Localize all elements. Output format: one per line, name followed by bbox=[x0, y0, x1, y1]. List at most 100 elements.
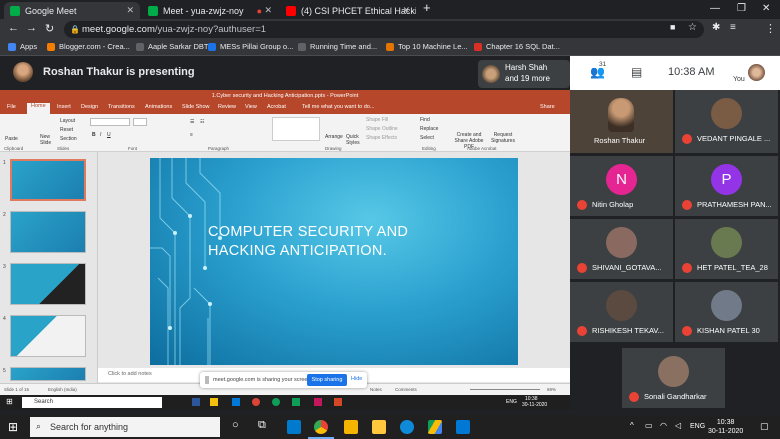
edge-icon[interactable] bbox=[400, 420, 414, 434]
slide-thumb-5[interactable] bbox=[10, 367, 86, 381]
sublime-icon[interactable] bbox=[344, 420, 358, 434]
other-participants-card[interactable]: Harsh Shah and 19 more bbox=[478, 60, 570, 88]
font-size-select[interactable] bbox=[133, 118, 147, 126]
zoom-level[interactable]: 69% bbox=[547, 387, 556, 392]
shape-effects-button[interactable]: Shape Effects bbox=[366, 135, 397, 141]
section-button[interactable]: Section bbox=[60, 136, 77, 142]
back-button[interactable]: ← bbox=[8, 22, 19, 34]
participant-tile[interactable]: HET PATEL_TEA_28 bbox=[675, 219, 778, 279]
hide-button[interactable]: Hide bbox=[351, 376, 362, 382]
cortana-icon[interactable]: ○ bbox=[232, 419, 239, 431]
self-view-avatar[interactable] bbox=[748, 64, 765, 81]
tab-meet-room[interactable]: Meet - yua-zwjz-noy ● ✕ bbox=[142, 2, 278, 19]
taskbar-search-box[interactable]: ⌕ Search for anything bbox=[30, 417, 220, 437]
select-button[interactable]: Select bbox=[420, 135, 434, 141]
arrange-button[interactable]: Arrange bbox=[325, 134, 343, 140]
font-family-select[interactable] bbox=[90, 118, 130, 126]
ppt-share-button[interactable]: Share bbox=[540, 104, 555, 110]
bookmark-blogger[interactable]: Blogger.com - Crea... bbox=[47, 42, 130, 51]
ppt-tab-file[interactable]: File bbox=[7, 104, 16, 110]
slide-thumb-1[interactable] bbox=[10, 159, 86, 201]
find-button[interactable]: Find bbox=[420, 117, 430, 123]
reset-button[interactable]: Reset bbox=[60, 127, 73, 133]
participant-tile[interactable]: SHIVANI_GOTAVA... bbox=[570, 219, 673, 279]
participant-tile[interactable]: KISHAN PATEL 30 bbox=[675, 282, 778, 342]
participant-tile[interactable]: Sonali Gandharkar bbox=[622, 348, 725, 408]
participant-tile[interactable]: VEDANT PINGALE ... bbox=[675, 90, 778, 153]
taskbar-clock[interactable]: 10:38 30-11-2020 bbox=[708, 418, 743, 436]
bookmark-apps[interactable]: Apps bbox=[8, 42, 37, 51]
ppt-tab-insert[interactable]: Insert bbox=[57, 104, 71, 110]
participant-tile[interactable]: RISHIKESH TEKAV... bbox=[570, 282, 673, 342]
replace-button[interactable]: Replace bbox=[420, 126, 438, 132]
reload-button[interactable]: ↻ bbox=[45, 22, 54, 35]
bookmark-aaple-sarkar[interactable]: Aaple Sarkar DBT bbox=[136, 42, 208, 51]
google-drive-icon[interactable] bbox=[428, 420, 442, 434]
reading-list-icon[interactable]: ≡ bbox=[730, 22, 736, 33]
quick-styles-button[interactable]: Quick Styles bbox=[346, 134, 362, 146]
slide-thumb-3[interactable] bbox=[10, 263, 86, 305]
forward-button[interactable]: → bbox=[26, 22, 37, 34]
close-icon[interactable]: ✕ bbox=[126, 5, 134, 16]
paste-button[interactable]: Paste bbox=[5, 136, 18, 142]
bookmark-machine-learning[interactable]: Top 10 Machine Le... bbox=[386, 42, 468, 51]
camera-icon[interactable]: ■ bbox=[670, 22, 675, 32]
slide-thumb-4[interactable] bbox=[10, 315, 86, 357]
tab-google-meet[interactable]: Google Meet ✕ bbox=[4, 2, 140, 19]
shapes-gallery[interactable] bbox=[272, 117, 320, 141]
star-icon[interactable]: ☆ bbox=[688, 22, 697, 33]
chat-icon[interactable]: ▤ bbox=[631, 65, 642, 79]
zoom-slider[interactable] bbox=[470, 389, 540, 390]
bookmark-mes-pillai[interactable]: MESs Pillai Group o... bbox=[208, 42, 293, 51]
close-icon[interactable]: ✕ bbox=[402, 5, 410, 16]
shape-fill-button[interactable]: Shape Fill bbox=[366, 117, 388, 123]
notifications-icon[interactable]: ▢ bbox=[760, 421, 769, 432]
shape-outline-button[interactable]: Shape Outline bbox=[366, 126, 398, 132]
comments-toggle[interactable]: Comments bbox=[395, 387, 417, 392]
stop-sharing-button[interactable]: Stop sharing bbox=[307, 374, 347, 386]
ppt-tell-me[interactable]: Tell me what you want to do... bbox=[302, 104, 374, 110]
bookmark-running-time[interactable]: Running Time and... bbox=[298, 42, 377, 51]
ppt-tab-transitions[interactable]: Transitions bbox=[108, 104, 135, 110]
numbering-icon[interactable]: ☷ bbox=[200, 119, 204, 125]
underline-icon[interactable]: U bbox=[107, 132, 111, 138]
align-icon[interactable]: ≡ bbox=[190, 132, 193, 138]
ppt-tab-design[interactable]: Design bbox=[81, 104, 98, 110]
new-tab-button[interactable]: + bbox=[423, 0, 431, 15]
bullets-icon[interactable]: ☰ bbox=[190, 119, 194, 125]
menu-icon[interactable]: ⋮ bbox=[765, 22, 776, 35]
extensions-icon[interactable]: ✱ bbox=[712, 22, 720, 33]
chrome-icon[interactable] bbox=[314, 420, 328, 434]
notes-toggle[interactable]: Notes bbox=[370, 387, 382, 392]
mail-icon[interactable] bbox=[456, 420, 470, 434]
tray-chevron-icon[interactable]: ^ bbox=[630, 421, 634, 430]
current-slide[interactable]: COMPUTER SECURITY AND HACKING ANTICIPATI… bbox=[150, 158, 518, 365]
request-signatures-button[interactable]: Request Signatures bbox=[490, 132, 516, 144]
slide-thumb-2[interactable] bbox=[10, 211, 86, 253]
bold-icon[interactable]: B bbox=[92, 132, 96, 138]
minimize-button[interactable]: — bbox=[710, 3, 720, 14]
layout-button[interactable]: Layout bbox=[60, 118, 75, 124]
restore-button[interactable]: ❐ bbox=[737, 3, 746, 14]
ppt-tab-review[interactable]: Review bbox=[218, 104, 236, 110]
italic-icon[interactable]: I bbox=[100, 132, 101, 138]
ppt-tab-acrobat[interactable]: Acrobat bbox=[267, 104, 286, 110]
participant-tile[interactable]: P PRATHAMESH PAN... bbox=[675, 156, 778, 216]
task-view-icon[interactable]: ⧉ bbox=[258, 419, 266, 432]
ppt-tab-slideshow[interactable]: Slide Show bbox=[182, 104, 210, 110]
participant-tile[interactable]: N Nitin Gholap bbox=[570, 156, 673, 216]
close-window-button[interactable]: ✕ bbox=[762, 3, 770, 14]
wifi-icon[interactable]: ◠ bbox=[660, 421, 667, 430]
close-icon[interactable]: ✕ bbox=[264, 5, 272, 16]
new-slide-button[interactable]: New Slide bbox=[40, 134, 58, 146]
language-indicator[interactable]: ENG bbox=[690, 423, 705, 430]
bookmark-sql-chapter[interactable]: Chapter 16 SQL Dat... bbox=[474, 42, 560, 51]
battery-icon[interactable]: ▭ bbox=[645, 421, 653, 430]
volume-icon[interactable]: ◁ bbox=[675, 421, 681, 430]
participant-tile[interactable]: Roshan Thakur bbox=[570, 90, 673, 153]
address-bar[interactable]: 🔒 meet.google.com /yua-zwjz-noy?authuser… bbox=[64, 21, 704, 38]
tab-youtube[interactable]: (4) CSI PHCET Ethical Hacking W ✕ bbox=[280, 2, 416, 19]
ppt-tab-home[interactable]: Home bbox=[27, 103, 50, 114]
windows-start-icon[interactable]: ⊞ bbox=[8, 420, 18, 434]
ppt-tab-view[interactable]: View bbox=[245, 104, 257, 110]
